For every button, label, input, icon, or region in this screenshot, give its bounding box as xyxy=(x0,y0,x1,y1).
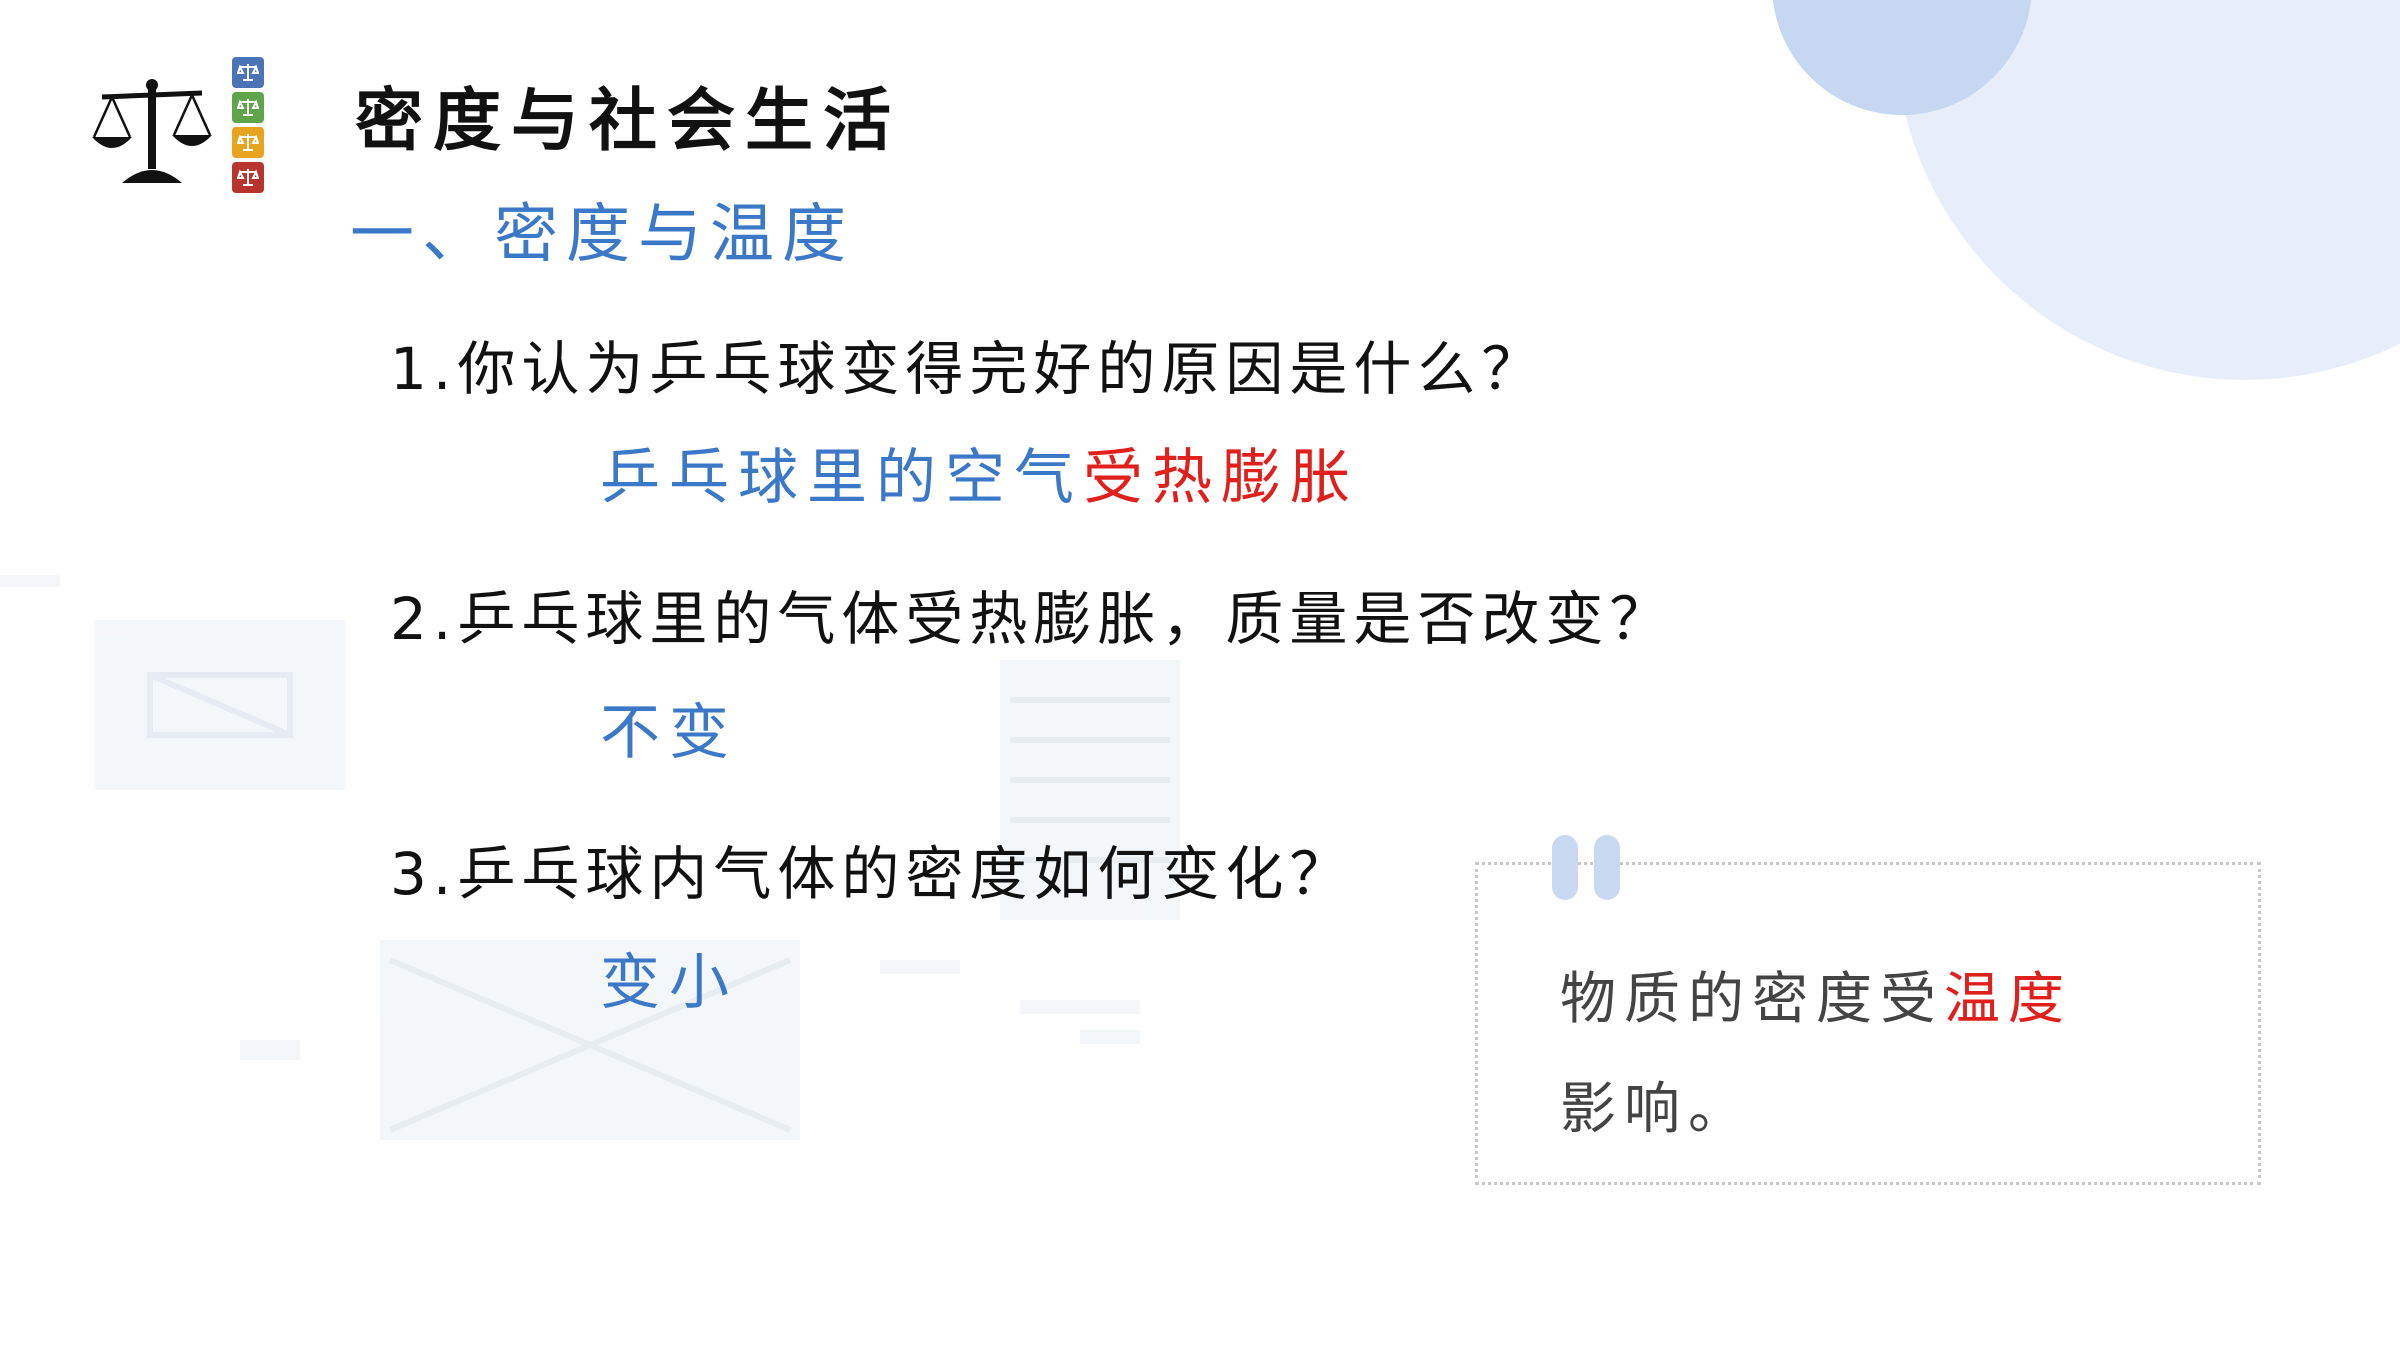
question-1: 1.你认为乒乓球变得完好的原因是什么？ xyxy=(390,335,1546,403)
note-text-part-1: 物质的密度受 xyxy=(1560,967,1944,1032)
logo-color-stack xyxy=(232,57,266,197)
quote-mark-icon xyxy=(1552,835,1620,900)
slide: 密度与社会生活 一、密度与温度 1.你认为乒乓球变得完好的原因是什么？ 乒乓球里… xyxy=(0,0,2400,1350)
section-heading: 一、密度与温度 xyxy=(350,198,854,272)
note-text: 物质的密度受温度 影响。 xyxy=(1560,945,2180,1165)
answer-3: 变小 xyxy=(600,948,738,1018)
balance-scale-icon xyxy=(92,79,212,183)
answer-2: 不变 xyxy=(600,698,738,768)
logo-square-green xyxy=(232,92,264,123)
slide-title: 密度与社会生活 xyxy=(355,82,902,161)
question-3: 3.乒乓球内气体的密度如何变化？ xyxy=(390,840,1354,908)
note-text-highlight: 温度 xyxy=(1944,967,2072,1032)
answer-1: 乒乓球里的空气受热膨胀 xyxy=(600,448,1359,508)
logo-square-red xyxy=(232,162,264,193)
answer-1-text: 乒乓球里的空气 xyxy=(600,443,1083,513)
question-2: 2.乒乓球里的气体受热膨胀，质量是否改变？ xyxy=(390,585,1674,653)
logo-square-orange xyxy=(232,127,264,158)
logo-square-blue xyxy=(232,57,264,88)
note-text-part-2: 影响。 xyxy=(1560,1077,1752,1142)
answer-1-highlight: 受热膨胀 xyxy=(1083,443,1359,513)
